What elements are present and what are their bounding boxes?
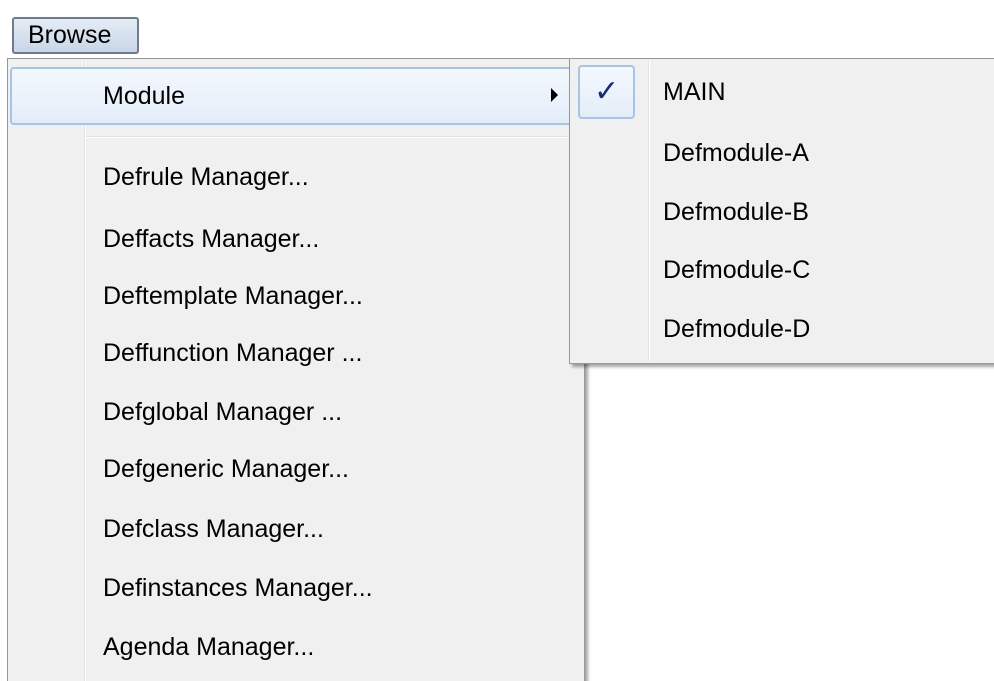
browse-menu-button[interactable]: Browse <box>12 17 139 54</box>
menu-item-label: Defrule Manager... <box>103 163 309 191</box>
menu-item-deffacts-manager[interactable]: Deffacts Manager... <box>10 210 582 268</box>
submenu-item-label: Defmodule-B <box>663 198 809 226</box>
module-submenu: ✓ MAIN Defmodule-A Defmodule-B Defmodule… <box>569 58 994 364</box>
submenu-item-defmodule-d[interactable]: Defmodule-D <box>572 300 994 358</box>
submenu-item-defmodule-c[interactable]: Defmodule-C <box>572 241 994 299</box>
chevron-right-icon <box>551 88 558 102</box>
submenu-item-label: Defmodule-C <box>663 256 811 284</box>
submenu-item-defmodule-a[interactable]: Defmodule-A <box>572 124 994 182</box>
menu-item-defglobal-manager[interactable]: Defglobal Manager ... <box>10 383 582 441</box>
menu-item-defgeneric-manager[interactable]: Defgeneric Manager... <box>10 440 582 498</box>
menu-item-defrule-manager[interactable]: Defrule Manager... <box>10 148 582 206</box>
menu-separator <box>86 136 578 138</box>
submenu-item-label: MAIN <box>663 78 726 106</box>
menu-item-deftemplate-manager[interactable]: Deftemplate Manager... <box>10 267 582 325</box>
submenu-item-defmodule-b[interactable]: Defmodule-B <box>572 183 994 241</box>
menu-item-agenda-manager[interactable]: Agenda Manager... <box>10 618 582 676</box>
menu-item-label: Agenda Manager... <box>103 633 315 661</box>
menu-item-label: Defglobal Manager ... <box>103 398 343 426</box>
menu-item-label: Defclass Manager... <box>103 515 324 543</box>
screen: Browse Module Defrule Manager... Deffact… <box>0 0 994 681</box>
submenu-item-label: Defmodule-D <box>663 315 811 343</box>
menu-item-module[interactable]: Module <box>10 67 582 125</box>
menu-item-label: Definstances Manager... <box>103 574 373 602</box>
menu-item-label: Defgeneric Manager... <box>103 455 349 483</box>
menu-item-label: Module <box>103 82 185 110</box>
submenu-item-label: Defmodule-A <box>663 139 809 167</box>
menu-item-label: Deftemplate Manager... <box>103 282 363 310</box>
menu-item-defclass-manager[interactable]: Defclass Manager... <box>10 500 582 558</box>
submenu-item-main[interactable]: MAIN <box>572 63 994 121</box>
menu-item-definstances-manager[interactable]: Definstances Manager... <box>10 559 582 617</box>
menu-item-label: Deffunction Manager ... <box>103 339 363 367</box>
browse-dropdown-menu: Module Defrule Manager... Deffacts Manag… <box>7 58 585 681</box>
menu-item-label: Deffacts Manager... <box>103 225 320 253</box>
menu-item-deffunction-manager[interactable]: Deffunction Manager ... <box>10 324 582 382</box>
